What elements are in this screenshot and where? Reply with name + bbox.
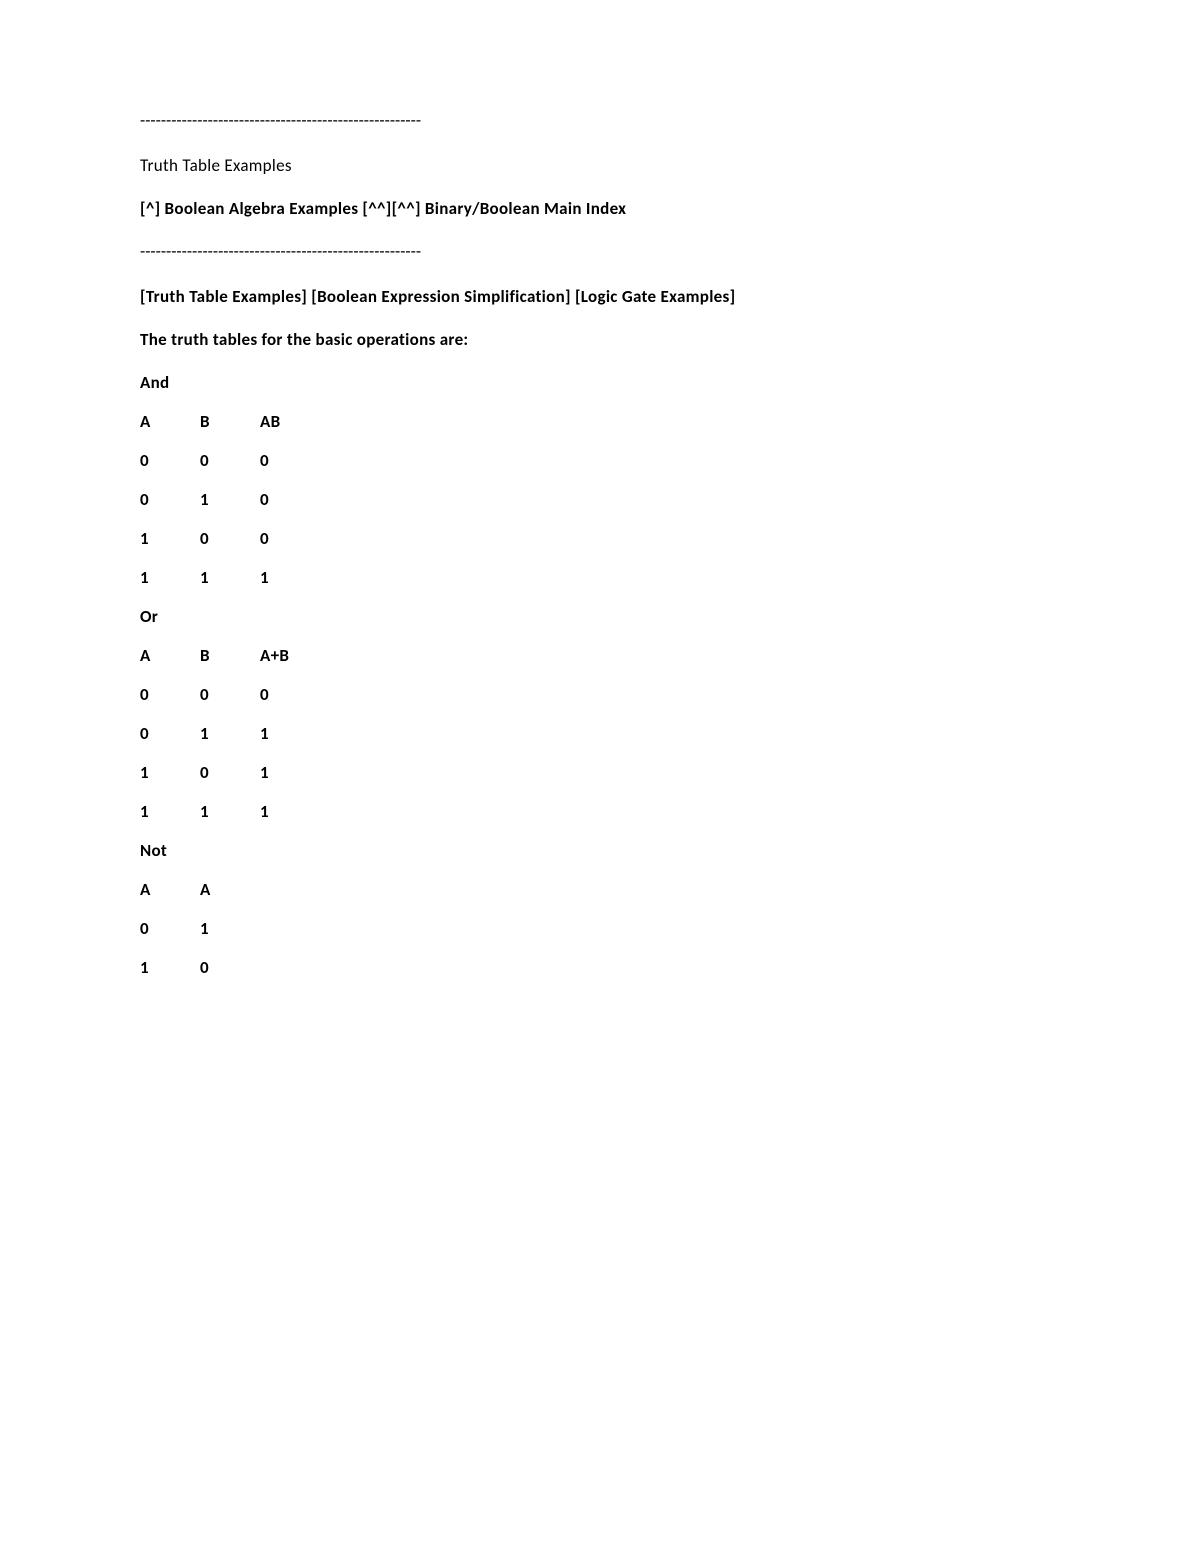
table-row: 1 0 1 [140, 762, 1200, 783]
nav-links[interactable]: [^] Boolean Algebra Examples [^^][^^] Bi… [140, 198, 1200, 219]
header-cell: A [140, 411, 200, 432]
table-cell: 0 [260, 489, 340, 510]
table-row: 0 1 1 [140, 723, 1200, 744]
table-cell: 1 [260, 567, 340, 588]
table-cell: 1 [140, 567, 200, 588]
table-cell: 0 [260, 684, 340, 705]
table-cell: 1 [140, 801, 200, 822]
table-cell: 0 [260, 450, 340, 471]
table-cell: 1 [260, 801, 340, 822]
table-row: 0 1 0 [140, 489, 1200, 510]
and-label: And [140, 372, 1200, 393]
table-row: 1 1 1 [140, 567, 1200, 588]
table-cell: 1 [140, 528, 200, 549]
header-cell: A [140, 645, 200, 666]
table-cell: 0 [140, 684, 200, 705]
table-cell: 1 [260, 762, 340, 783]
table-cell: 1 [140, 762, 200, 783]
table-cell: 0 [140, 450, 200, 471]
table-cell: 0 [140, 918, 200, 939]
header-cell: A+B [260, 645, 340, 666]
horizontal-rule-top: ----------------------------------------… [140, 110, 1200, 131]
table-header-row: A B AB [140, 411, 1200, 432]
table-cell: 0 [200, 762, 260, 783]
not-label: Not [140, 840, 1200, 861]
table-cell: 0 [260, 528, 340, 549]
table-cell: 0 [200, 450, 260, 471]
and-table: A B AB 0 0 0 0 1 0 1 0 0 1 1 1 [140, 411, 1200, 588]
table-row: 0 1 [140, 918, 1200, 939]
table-cell: 1 [200, 489, 260, 510]
table-cell: 1 [260, 723, 340, 744]
header-cell: A [140, 879, 200, 900]
header-cell: B [200, 411, 260, 432]
table-header-row: A A [140, 879, 1200, 900]
header-cell: A [200, 879, 260, 900]
not-table: A A 0 1 1 0 [140, 879, 1200, 978]
table-cell: 1 [140, 957, 200, 978]
table-row: 1 0 0 [140, 528, 1200, 549]
intro-text: The truth tables for the basic operation… [140, 329, 1200, 350]
table-cell: 1 [200, 723, 260, 744]
table-cell: 0 [200, 528, 260, 549]
table-cell: 0 [200, 957, 260, 978]
page-title: Truth Table Examples [140, 155, 1200, 176]
horizontal-rule-mid: ----------------------------------------… [140, 241, 1200, 262]
table-cell: 1 [200, 567, 260, 588]
table-row: 0 0 0 [140, 450, 1200, 471]
header-cell: AB [260, 411, 340, 432]
table-cell: 0 [140, 489, 200, 510]
table-header-row: A B A+B [140, 645, 1200, 666]
or-label: Or [140, 606, 1200, 627]
table-cell: 0 [140, 723, 200, 744]
table-row: 0 0 0 [140, 684, 1200, 705]
table-cell: 1 [200, 801, 260, 822]
section-links[interactable]: [Truth Table Examples] [Boolean Expressi… [140, 286, 1200, 307]
table-row: 1 0 [140, 957, 1200, 978]
table-cell: 0 [200, 684, 260, 705]
header-cell: B [200, 645, 260, 666]
or-table: A B A+B 0 0 0 0 1 1 1 0 1 1 1 1 [140, 645, 1200, 822]
table-row: 1 1 1 [140, 801, 1200, 822]
table-cell: 1 [200, 918, 260, 939]
